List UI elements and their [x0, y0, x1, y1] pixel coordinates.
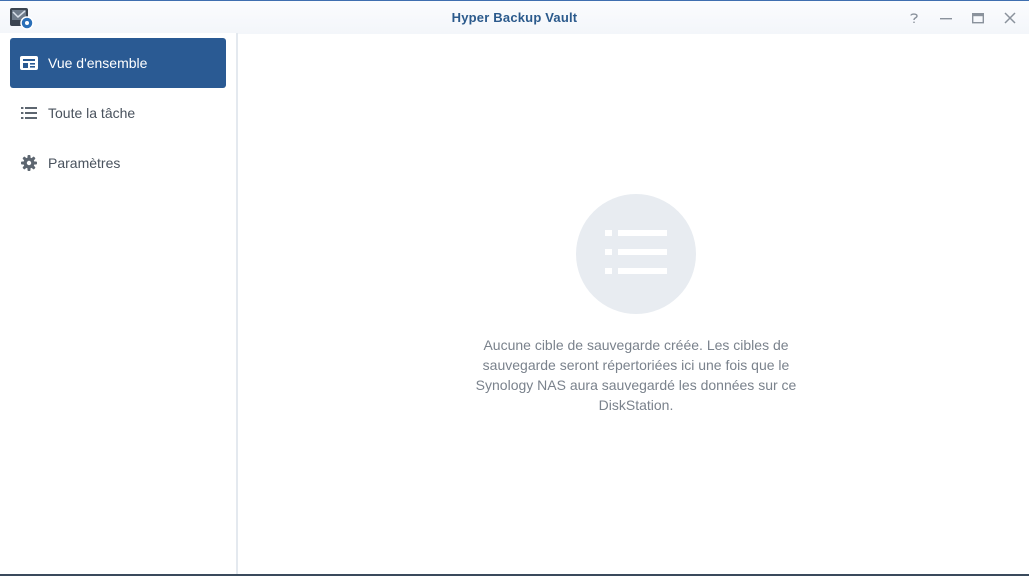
sidebar-item-label: Paramètres	[48, 155, 121, 171]
help-icon[interactable]	[905, 9, 923, 27]
window-controls	[905, 9, 1019, 27]
main-content: Aucune cible de sauvegarde créée. Les ci…	[238, 33, 1029, 574]
empty-state-message: Aucune cible de sauvegarde créée. Les ci…	[475, 337, 797, 413]
list-icon	[19, 103, 39, 123]
sidebar-item-settings[interactable]: Paramètres	[10, 138, 226, 188]
gear-icon	[19, 153, 39, 173]
sidebar-item-all-tasks[interactable]: Toute la tâche	[10, 88, 226, 138]
sidebar: Vue d'ensemble Toute la tâche Paramètres	[0, 33, 238, 574]
window-title: Hyper Backup Vault	[451, 10, 578, 25]
maximize-icon[interactable]	[969, 9, 987, 27]
empty-state-icon-circle	[576, 194, 696, 314]
minimize-icon[interactable]	[937, 9, 955, 27]
title-bar[interactable]: Hyper Backup Vault	[0, 0, 1029, 34]
overview-card-icon	[19, 53, 39, 73]
app-window: Hyper Backup Vault Vue d'ensemble Toute …	[0, 0, 1029, 576]
list-icon	[605, 229, 667, 279]
close-icon[interactable]	[1001, 9, 1019, 27]
sidebar-item-label: Vue d'ensemble	[48, 55, 148, 71]
sidebar-item-overview[interactable]: Vue d'ensemble	[10, 38, 226, 88]
sidebar-item-label: Toute la tâche	[48, 105, 136, 121]
